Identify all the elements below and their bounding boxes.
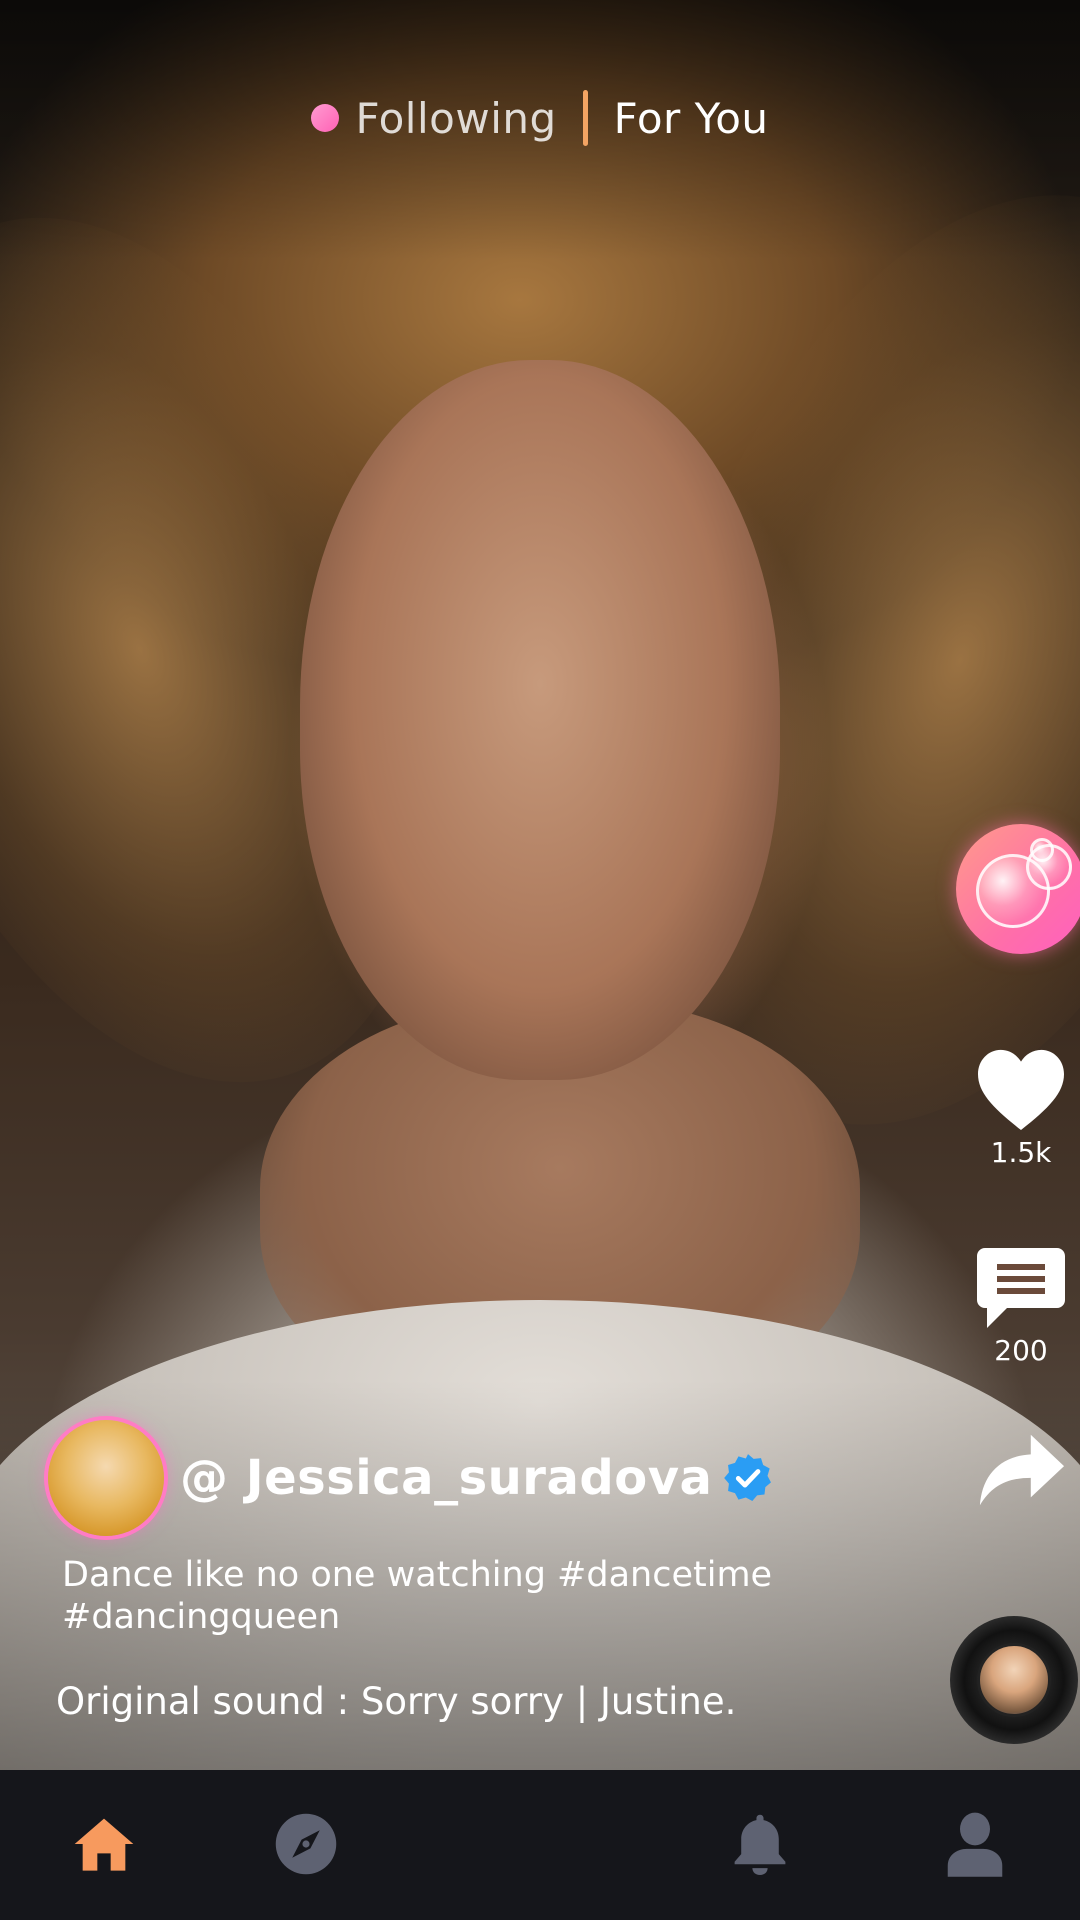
- compass-icon: [275, 1813, 337, 1875]
- caption-line-2: #dancingqueen: [62, 1597, 341, 1637]
- nav-explore[interactable]: [266, 1804, 346, 1884]
- avatar[interactable]: [48, 1420, 164, 1536]
- tab-divider: [582, 90, 588, 146]
- bell-icon: [734, 1814, 786, 1875]
- likes-count: 1.5k: [990, 1136, 1052, 1169]
- face-shape: [300, 360, 780, 1080]
- share-icon: [979, 1434, 1065, 1506]
- nav-notifications[interactable]: [720, 1804, 800, 1884]
- comment-icon: [977, 1248, 1065, 1328]
- caption-line-1: Dance like no one watching #dancetime: [62, 1555, 773, 1595]
- action-rail: 1.5k 200: [910, 0, 1080, 1770]
- tab-for-you[interactable]: For You: [614, 94, 769, 143]
- comment-button[interactable]: 200: [956, 1246, 1080, 1367]
- nav-home[interactable]: [64, 1804, 144, 1884]
- post-caption: Dance like no one watching #dancetime #d…: [62, 1554, 842, 1638]
- music-disc[interactable]: [950, 1616, 1078, 1744]
- sound-author-avatar: [977, 1643, 1051, 1717]
- username[interactable]: @ Jessica_suradova: [180, 1450, 712, 1506]
- profile-icon: [947, 1812, 1003, 1877]
- sound-label[interactable]: Original sound : Sorry sorry | Justine.: [56, 1680, 736, 1723]
- post-author: @ Jessica_suradova: [48, 1420, 774, 1536]
- like-button[interactable]: 1.5k: [956, 1046, 1080, 1169]
- share-button[interactable]: [956, 1430, 1080, 1510]
- home-icon: [74, 1818, 134, 1871]
- tab-following[interactable]: Following: [355, 94, 556, 143]
- live-dot-icon: [311, 104, 340, 132]
- bottom-navigation: [0, 1770, 1080, 1920]
- nav-profile[interactable]: [935, 1804, 1015, 1884]
- effect-bubble-button[interactable]: [956, 824, 1080, 954]
- heart-icon: [978, 1049, 1064, 1131]
- comments-count: 200: [994, 1334, 1048, 1367]
- verified-badge-icon: [724, 1454, 772, 1501]
